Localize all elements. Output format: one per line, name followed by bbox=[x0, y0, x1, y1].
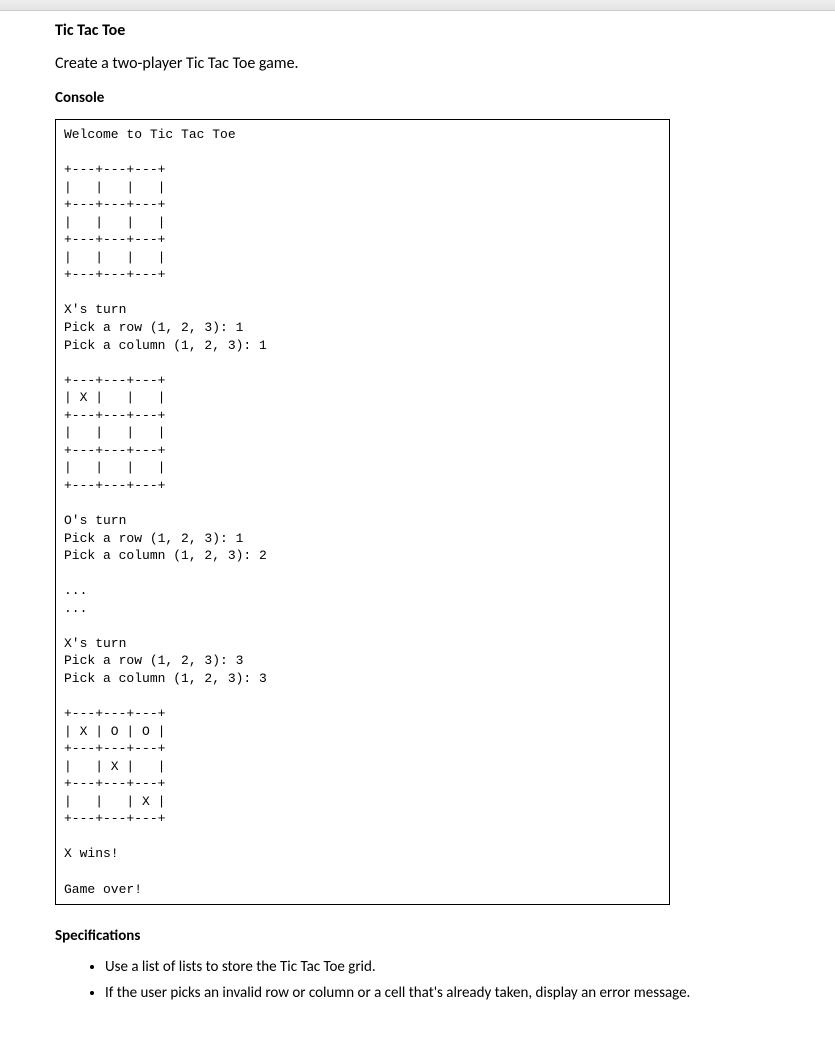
list-item: Use a list of lists to store the Tic Tac… bbox=[105, 957, 780, 979]
console-output: Welcome to Tic Tac Toe +---+---+---+ | |… bbox=[55, 119, 670, 905]
window-top-bar bbox=[0, 0, 835, 11]
specifications-list: Use a list of lists to store the Tic Tac… bbox=[85, 957, 780, 1005]
document-page: Tic Tac Toe Create a two-player Tic Tac … bbox=[0, 11, 835, 1039]
page-description: Create a two-player Tic Tac Toe game. bbox=[55, 54, 780, 73]
list-item: If the user picks an invalid row or colu… bbox=[105, 983, 780, 1005]
console-heading: Console bbox=[55, 89, 780, 107]
specifications-heading: Specifications bbox=[55, 927, 780, 945]
page-title: Tic Tac Toe bbox=[55, 21, 780, 40]
